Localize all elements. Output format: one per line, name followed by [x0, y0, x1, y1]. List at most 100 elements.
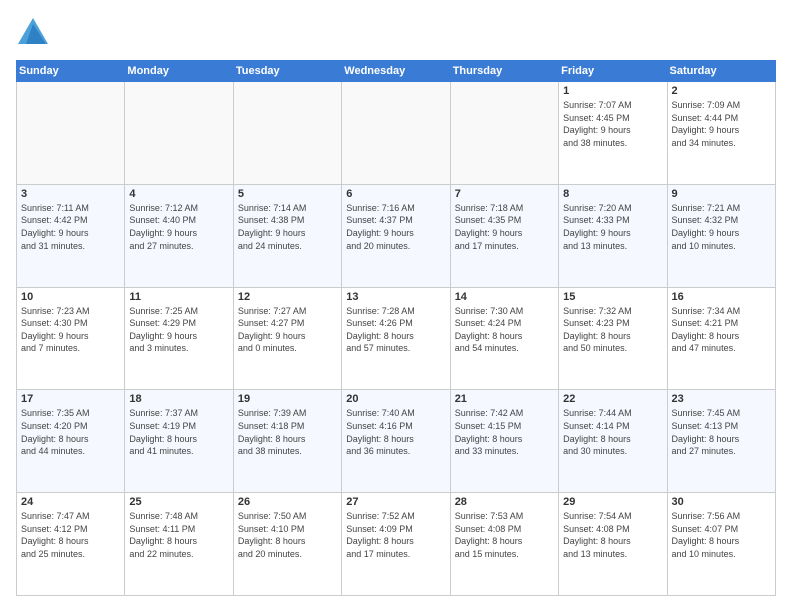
calendar-cell: 3 Sunrise: 7:11 AM Sunset: 4:42 PM Daylig…	[17, 184, 125, 287]
calendar-cell	[342, 82, 450, 185]
weekday-header-wednesday: Wednesday	[342, 61, 450, 82]
day-info: Sunrise: 7:40 AM Sunset: 4:16 PM Dayligh…	[346, 407, 445, 457]
weekday-header-row: SundayMondayTuesdayWednesdayThursdayFrid…	[17, 61, 776, 82]
calendar-cell: 13 Sunrise: 7:28 AM Sunset: 4:26 PM Dayli…	[342, 287, 450, 390]
day-number: 23	[672, 393, 771, 405]
week-row-2: 10 Sunrise: 7:23 AM Sunset: 4:30 PM Dayli…	[17, 287, 776, 390]
day-number: 29	[563, 496, 662, 508]
day-number: 13	[346, 291, 445, 303]
day-info: Sunrise: 7:14 AM Sunset: 4:38 PM Dayligh…	[238, 202, 337, 252]
calendar-cell: 2 Sunrise: 7:09 AM Sunset: 4:44 PM Daylig…	[667, 82, 775, 185]
calendar-cell: 21 Sunrise: 7:42 AM Sunset: 4:15 PM Dayli…	[450, 390, 558, 493]
calendar-cell: 27 Sunrise: 7:52 AM Sunset: 4:09 PM Dayli…	[342, 493, 450, 596]
calendar-cell: 25 Sunrise: 7:48 AM Sunset: 4:11 PM Dayli…	[125, 493, 233, 596]
calendar-cell: 1Sunrise: 7:07 AM Sunset: 4:45 PM Daylig…	[559, 82, 667, 185]
day-info: Sunrise: 7:54 AM Sunset: 4:08 PM Dayligh…	[563, 510, 662, 560]
day-info: Sunrise: 7:47 AM Sunset: 4:12 PM Dayligh…	[21, 510, 120, 560]
day-number: 19	[238, 393, 337, 405]
day-info: Sunrise: 7:23 AM Sunset: 4:30 PM Dayligh…	[21, 305, 120, 355]
day-info: Sunrise: 7:20 AM Sunset: 4:33 PM Dayligh…	[563, 202, 662, 252]
header	[16, 16, 776, 50]
day-number: 15	[563, 291, 662, 303]
page: SundayMondayTuesdayWednesdayThursdayFrid…	[0, 0, 792, 612]
calendar-cell: 12 Sunrise: 7:27 AM Sunset: 4:27 PM Dayli…	[233, 287, 341, 390]
day-info: Sunrise: 7:27 AM Sunset: 4:27 PM Dayligh…	[238, 305, 337, 355]
day-number: 1	[563, 85, 662, 97]
calendar-cell	[450, 82, 558, 185]
calendar-cell: 23 Sunrise: 7:45 AM Sunset: 4:13 PM Dayli…	[667, 390, 775, 493]
day-info: Sunrise: 7:11 AM Sunset: 4:42 PM Dayligh…	[21, 202, 120, 252]
day-info: Sunrise: 7:37 AM Sunset: 4:19 PM Dayligh…	[129, 407, 228, 457]
day-number: 16	[672, 291, 771, 303]
day-info: Sunrise: 7:30 AM Sunset: 4:24 PM Dayligh…	[455, 305, 554, 355]
calendar-cell: 10 Sunrise: 7:23 AM Sunset: 4:30 PM Dayli…	[17, 287, 125, 390]
calendar-cell: 7 Sunrise: 7:18 AM Sunset: 4:35 PM Daylig…	[450, 184, 558, 287]
weekday-header-thursday: Thursday	[450, 61, 558, 82]
day-info: Sunrise: 7:52 AM Sunset: 4:09 PM Dayligh…	[346, 510, 445, 560]
calendar-cell: 14 Sunrise: 7:30 AM Sunset: 4:24 PM Dayli…	[450, 287, 558, 390]
calendar-table: SundayMondayTuesdayWednesdayThursdayFrid…	[16, 60, 776, 596]
day-info: Sunrise: 7:16 AM Sunset: 4:37 PM Dayligh…	[346, 202, 445, 252]
calendar-cell: 4 Sunrise: 7:12 AM Sunset: 4:40 PM Daylig…	[125, 184, 233, 287]
week-row-4: 24 Sunrise: 7:47 AM Sunset: 4:12 PM Dayli…	[17, 493, 776, 596]
calendar-cell: 29 Sunrise: 7:54 AM Sunset: 4:08 PM Dayli…	[559, 493, 667, 596]
calendar-cell: 20 Sunrise: 7:40 AM Sunset: 4:16 PM Dayli…	[342, 390, 450, 493]
day-info: Sunrise: 7:39 AM Sunset: 4:18 PM Dayligh…	[238, 407, 337, 457]
day-info: Sunrise: 7:45 AM Sunset: 4:13 PM Dayligh…	[672, 407, 771, 457]
calendar-cell: 19 Sunrise: 7:39 AM Sunset: 4:18 PM Dayli…	[233, 390, 341, 493]
day-number: 12	[238, 291, 337, 303]
weekday-header-sunday: Sunday	[17, 61, 125, 82]
calendar-cell: 18 Sunrise: 7:37 AM Sunset: 4:19 PM Dayli…	[125, 390, 233, 493]
calendar-cell: 11Sunrise: 7:25 AM Sunset: 4:29 PM Dayli…	[125, 287, 233, 390]
logo	[16, 16, 50, 50]
weekday-header-tuesday: Tuesday	[233, 61, 341, 82]
day-number: 9	[672, 188, 771, 200]
day-number: 27	[346, 496, 445, 508]
day-info: Sunrise: 7:48 AM Sunset: 4:11 PM Dayligh…	[129, 510, 228, 560]
day-number: 10	[21, 291, 120, 303]
calendar-cell: 8 Sunrise: 7:20 AM Sunset: 4:33 PM Daylig…	[559, 184, 667, 287]
day-number: 8	[563, 188, 662, 200]
day-number: 20	[346, 393, 445, 405]
day-number: 7	[455, 188, 554, 200]
calendar-cell: 26 Sunrise: 7:50 AM Sunset: 4:10 PM Dayli…	[233, 493, 341, 596]
day-number: 17	[21, 393, 120, 405]
day-number: 3	[21, 188, 120, 200]
day-number: 26	[238, 496, 337, 508]
calendar-cell: 22Sunrise: 7:44 AM Sunset: 4:14 PM Dayli…	[559, 390, 667, 493]
week-row-3: 17Sunrise: 7:35 AM Sunset: 4:20 PM Dayli…	[17, 390, 776, 493]
calendar-cell: 17Sunrise: 7:35 AM Sunset: 4:20 PM Dayli…	[17, 390, 125, 493]
day-number: 21	[455, 393, 554, 405]
calendar-cell: 5Sunrise: 7:14 AM Sunset: 4:38 PM Daylig…	[233, 184, 341, 287]
calendar-cell: 6Sunrise: 7:16 AM Sunset: 4:37 PM Daylig…	[342, 184, 450, 287]
day-info: Sunrise: 7:12 AM Sunset: 4:40 PM Dayligh…	[129, 202, 228, 252]
day-info: Sunrise: 7:21 AM Sunset: 4:32 PM Dayligh…	[672, 202, 771, 252]
calendar-cell: 24 Sunrise: 7:47 AM Sunset: 4:12 PM Dayli…	[17, 493, 125, 596]
day-info: Sunrise: 7:56 AM Sunset: 4:07 PM Dayligh…	[672, 510, 771, 560]
weekday-header-monday: Monday	[125, 61, 233, 82]
day-number: 18	[129, 393, 228, 405]
day-number: 2	[672, 85, 771, 97]
calendar-cell: 9 Sunrise: 7:21 AM Sunset: 4:32 PM Daylig…	[667, 184, 775, 287]
week-row-0: 1Sunrise: 7:07 AM Sunset: 4:45 PM Daylig…	[17, 82, 776, 185]
day-info: Sunrise: 7:42 AM Sunset: 4:15 PM Dayligh…	[455, 407, 554, 457]
day-info: Sunrise: 7:25 AM Sunset: 4:29 PM Dayligh…	[129, 305, 228, 355]
day-info: Sunrise: 7:32 AM Sunset: 4:23 PM Dayligh…	[563, 305, 662, 355]
day-number: 24	[21, 496, 120, 508]
calendar-cell: 15 Sunrise: 7:32 AM Sunset: 4:23 PM Dayli…	[559, 287, 667, 390]
day-number: 28	[455, 496, 554, 508]
day-info: Sunrise: 7:50 AM Sunset: 4:10 PM Dayligh…	[238, 510, 337, 560]
day-number: 14	[455, 291, 554, 303]
day-number: 4	[129, 188, 228, 200]
calendar-cell: 16 Sunrise: 7:34 AM Sunset: 4:21 PM Dayli…	[667, 287, 775, 390]
logo-icon	[16, 16, 50, 50]
day-info: Sunrise: 7:34 AM Sunset: 4:21 PM Dayligh…	[672, 305, 771, 355]
calendar-cell	[17, 82, 125, 185]
day-info: Sunrise: 7:18 AM Sunset: 4:35 PM Dayligh…	[455, 202, 554, 252]
day-info: Sunrise: 7:09 AM Sunset: 4:44 PM Dayligh…	[672, 99, 771, 149]
calendar-cell: 30Sunrise: 7:56 AM Sunset: 4:07 PM Dayli…	[667, 493, 775, 596]
day-info: Sunrise: 7:53 AM Sunset: 4:08 PM Dayligh…	[455, 510, 554, 560]
day-number: 25	[129, 496, 228, 508]
day-info: Sunrise: 7:28 AM Sunset: 4:26 PM Dayligh…	[346, 305, 445, 355]
day-info: Sunrise: 7:44 AM Sunset: 4:14 PM Dayligh…	[563, 407, 662, 457]
